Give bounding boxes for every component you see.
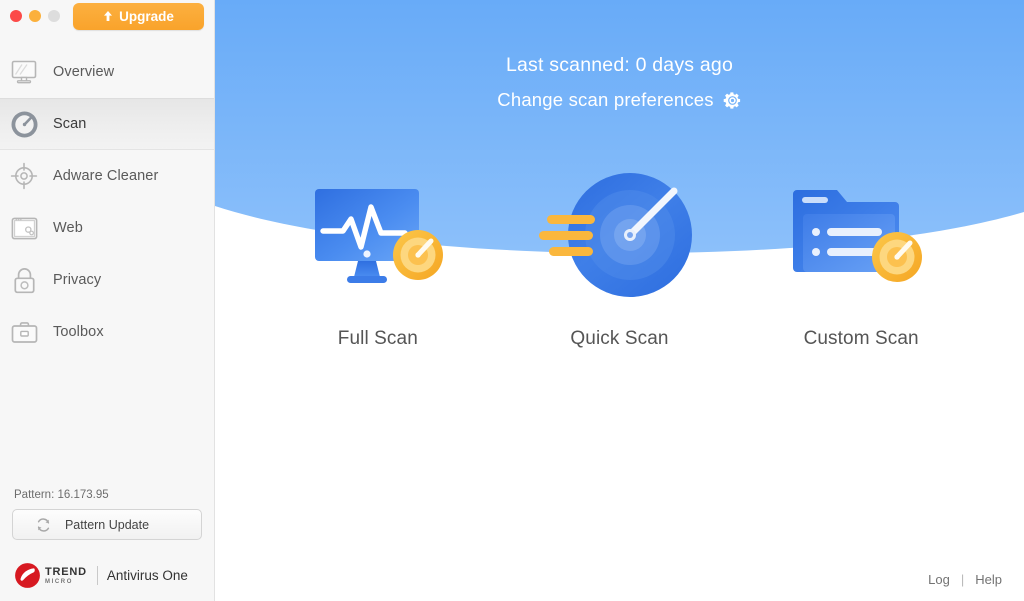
brand-wordmark: TREND MICRO	[45, 565, 87, 585]
scan-option-label: Quick Scan	[570, 328, 669, 349]
lock-icon	[9, 265, 39, 295]
trend-micro-logo-icon	[14, 562, 41, 589]
upgrade-button[interactable]: Upgrade	[73, 2, 204, 30]
brand-line-2: MICRO	[45, 578, 73, 585]
log-link[interactable]: Log	[928, 572, 950, 587]
sidebar-item-label: Scan	[53, 116, 87, 132]
brand-divider	[96, 566, 98, 585]
footer-separator: |	[960, 572, 965, 587]
quick-scan-option[interactable]: Quick Scan	[514, 160, 724, 350]
sidebar-item-web[interactable]: Web	[0, 202, 214, 254]
up-arrow-icon	[103, 10, 113, 22]
full-scan-option[interactable]: Full Scan	[273, 170, 483, 350]
traffic-lights	[10, 10, 60, 22]
main-content: Last scanned: 0 days ago Change scan pre…	[215, 0, 1024, 601]
monitor-icon	[9, 57, 39, 87]
refresh-icon	[35, 516, 52, 533]
sidebar-item-toolbox[interactable]: Toolbox	[0, 306, 214, 358]
sidebar-item-privacy[interactable]: Privacy	[0, 254, 214, 306]
pattern-version: Pattern: 16.173.95	[14, 489, 109, 501]
gear-icon[interactable]	[723, 91, 742, 110]
product-name: Antivirus One	[106, 568, 188, 583]
radar-icon	[537, 160, 702, 310]
footer-links: Log | Help	[928, 572, 1002, 587]
change-scan-preferences-link[interactable]: Change scan preferences	[497, 89, 741, 111]
crosshair-icon	[9, 161, 39, 191]
app-window: Upgrade Overview Scan Adware Cleaner Web…	[0, 0, 1024, 601]
browser-icon	[9, 213, 39, 243]
sidebar-item-label: Overview	[53, 64, 115, 80]
zoom-window-button[interactable]	[48, 10, 60, 22]
sidebar-item-scan[interactable]: Scan	[0, 98, 214, 150]
monitor-pulse-icon	[305, 170, 450, 310]
scan-option-label: Custom Scan	[803, 328, 919, 349]
brand-lockup: TREND MICRO Antivirus One	[12, 562, 203, 589]
change-scan-preferences-label: Change scan preferences	[497, 89, 714, 110]
gauge-icon	[9, 109, 39, 139]
title-bar: Upgrade	[0, 0, 214, 32]
help-link[interactable]: Help	[975, 572, 1002, 587]
sidebar: Upgrade Overview Scan Adware Cleaner Web…	[0, 0, 215, 601]
brand-line-1: TREND	[45, 565, 87, 578]
pattern-update-label: Pattern Update	[64, 517, 150, 532]
scan-option-label: Full Scan	[337, 328, 418, 349]
close-window-button[interactable]	[10, 10, 22, 22]
folder-list-icon	[789, 170, 934, 310]
sidebar-item-label: Toolbox	[53, 324, 104, 340]
sidebar-footer: Pattern: 16.173.95 Pattern Update TREND …	[0, 489, 215, 601]
upgrade-button-label: Upgrade	[119, 8, 174, 24]
sidebar-item-label: Web	[53, 220, 83, 236]
sidebar-item-label: Privacy	[53, 272, 102, 288]
sidebar-item-label: Adware Cleaner	[53, 168, 159, 184]
folder-list-icon-card[interactable]: Custom Scan	[756, 170, 966, 350]
pattern-update-button[interactable]: Pattern Update	[12, 509, 202, 540]
scan-options-row: Full Scan Quick Scan Custom Scan	[215, 160, 1024, 350]
sidebar-nav: Overview Scan Adware Cleaner Web Privacy…	[0, 46, 214, 358]
briefcase-icon	[9, 317, 39, 347]
sidebar-item-overview[interactable]: Overview	[0, 46, 214, 98]
sidebar-item-adware-cleaner[interactable]: Adware Cleaner	[0, 150, 214, 202]
minimize-window-button[interactable]	[29, 10, 41, 22]
